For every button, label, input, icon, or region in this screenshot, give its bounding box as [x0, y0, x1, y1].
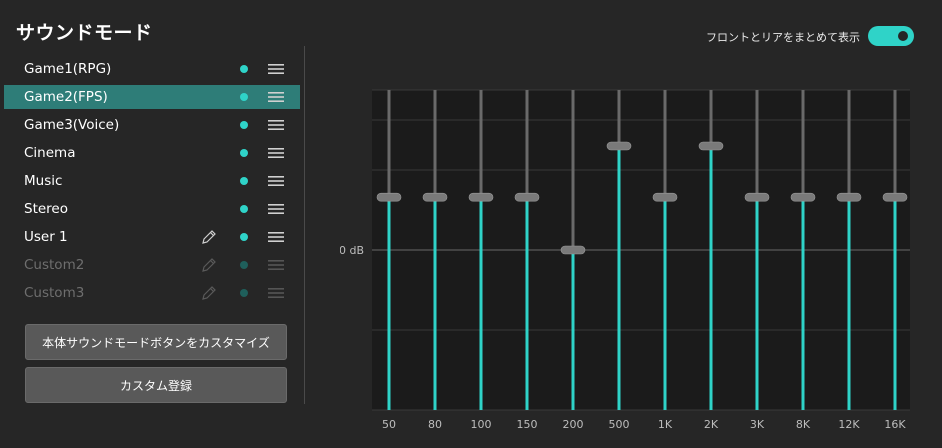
preset-label: Game3(Voice)	[24, 117, 120, 133]
drag-handle-icon[interactable]	[268, 203, 284, 215]
combine-front-rear-toggle[interactable]	[868, 26, 914, 46]
eq-band-label: 500	[609, 418, 630, 431]
drag-handle-icon[interactable]	[268, 119, 284, 131]
eq-band-label: 100	[471, 418, 492, 431]
status-dot	[240, 121, 248, 129]
preset-item[interactable]: Music	[4, 169, 300, 193]
page-title: サウンドモード	[16, 22, 153, 44]
status-dot	[240, 93, 248, 101]
eq-slider-knob[interactable]	[744, 192, 770, 202]
eq-band-label: 80	[428, 418, 442, 431]
eq-band-label: 1K	[658, 418, 673, 431]
status-dot	[240, 261, 248, 269]
eq-slider-knob[interactable]	[836, 192, 862, 202]
zero-db-label: 0 dB	[340, 244, 364, 257]
status-dot	[240, 289, 248, 297]
drag-handle-icon[interactable]	[268, 259, 284, 271]
eq-band-label: 50	[382, 418, 396, 431]
preset-item[interactable]: Custom3	[4, 281, 300, 305]
eq-band-label: 200	[563, 418, 584, 431]
preset-label: Custom3	[24, 285, 85, 301]
preset-label: User 1	[24, 229, 68, 245]
preset-label: Game2(FPS)	[24, 89, 108, 105]
combine-front-rear-label: フロントとリアをまとめて表示	[706, 31, 860, 44]
toggle-knob	[898, 31, 908, 41]
eq-slider-knob[interactable]	[560, 245, 586, 255]
equalizer: 0 dB 50 80 100 150 200 500 1K 2K 3K 8K 12K 16K	[340, 80, 930, 440]
preset-item[interactable]: Custom2	[4, 253, 300, 277]
preset-item[interactable]: Game1(RPG)	[4, 57, 300, 81]
pencil-icon[interactable]	[200, 228, 218, 246]
preset-item[interactable]: Cinema	[4, 141, 300, 165]
preset-list: Game1(RPG) Game2(FPS) Game3(Voice) Cinema Mu…	[4, 57, 300, 309]
preset-label: Cinema	[24, 145, 76, 161]
eq-band-label: 12K	[838, 418, 860, 431]
drag-handle-icon[interactable]	[268, 147, 284, 159]
eq-slider-knob[interactable]	[882, 192, 908, 202]
drag-handle-icon[interactable]	[268, 231, 284, 243]
preset-label: Music	[24, 173, 63, 189]
status-dot	[240, 205, 248, 213]
preset-item[interactable]: Game2(FPS)	[4, 85, 300, 109]
eq-slider-knob[interactable]	[790, 192, 816, 202]
preset-item[interactable]: User 1	[4, 225, 300, 249]
eq-band-label: 3K	[750, 418, 765, 431]
custom-register-button[interactable]: カスタム登録	[25, 367, 287, 403]
status-dot	[240, 177, 248, 185]
eq-band-label: 2K	[704, 418, 719, 431]
eq-band-label: 16K	[884, 418, 906, 431]
pencil-icon[interactable]	[200, 284, 218, 302]
eq-slider-knob[interactable]	[422, 192, 448, 202]
preset-item[interactable]: Stereo	[4, 197, 300, 221]
preset-label: Stereo	[24, 201, 68, 217]
eq-slider-knob[interactable]	[468, 192, 494, 202]
drag-handle-icon[interactable]	[268, 63, 284, 75]
status-dot	[240, 149, 248, 157]
preset-item[interactable]: Game3(Voice)	[4, 113, 300, 137]
eq-slider-knob[interactable]	[652, 192, 678, 202]
drag-handle-icon[interactable]	[268, 91, 284, 103]
panel-divider	[304, 46, 305, 404]
preset-label: Custom2	[24, 257, 85, 273]
eq-slider-knob[interactable]	[698, 141, 724, 151]
drag-handle-icon[interactable]	[268, 287, 284, 299]
preset-label: Game1(RPG)	[24, 61, 112, 77]
equalizer-graph: 0 dB 50 80 100 150 200 500 1K 2K 3K 8K 12K 16K	[340, 89, 910, 431]
customize-mode-button[interactable]: 本体サウンドモードボタンをカスタマイズ	[25, 324, 287, 360]
drag-handle-icon[interactable]	[268, 175, 284, 187]
eq-slider-knob[interactable]	[514, 192, 540, 202]
eq-band-label: 150	[517, 418, 538, 431]
eq-band-label: 8K	[796, 418, 811, 431]
status-dot	[240, 65, 248, 73]
eq-slider-knob[interactable]	[376, 192, 402, 202]
eq-slider-knob[interactable]	[606, 141, 632, 151]
pencil-icon[interactable]	[200, 256, 218, 274]
status-dot	[240, 233, 248, 241]
